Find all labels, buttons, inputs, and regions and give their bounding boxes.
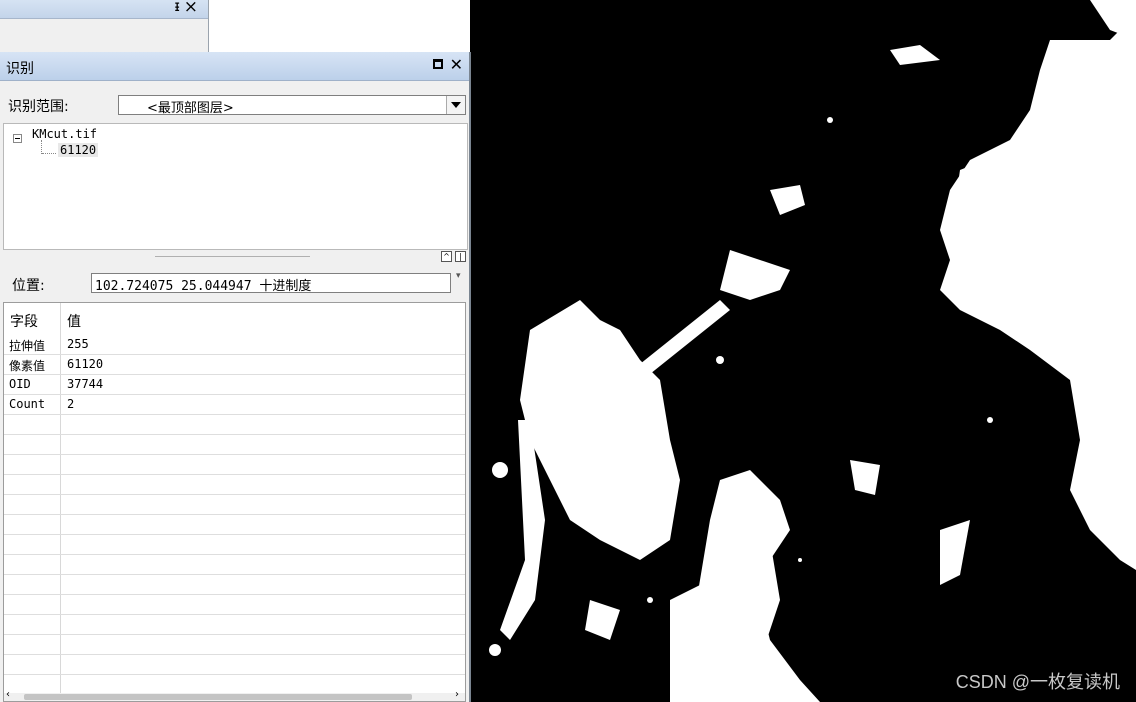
table-row[interactable]	[4, 415, 465, 435]
tree-connector	[42, 153, 56, 154]
value-cell: 255	[67, 337, 89, 351]
window-title: 识别	[6, 61, 34, 77]
tree-node-value[interactable]: 61120	[58, 143, 99, 157]
identify-titlebar[interactable]: 识别 ✕	[0, 52, 469, 81]
table-row[interactable]	[4, 655, 465, 675]
table-row[interactable]	[4, 495, 465, 515]
night-light-raster	[470, 0, 1136, 702]
collapse-icon[interactable]	[13, 134, 22, 143]
identify-window: 识别 ✕ 识别范围: <最顶部图层> KMcut.tif 61120 ^ | 位…	[0, 52, 471, 702]
table-row[interactable]	[4, 675, 465, 695]
pane-splitter[interactable]: ^ |	[0, 250, 469, 264]
collapse-up-icon[interactable]: ^	[441, 251, 452, 262]
close-icon[interactable]: ✕	[450, 55, 463, 74]
field-cell: 拉伸值	[9, 339, 46, 353]
table-row[interactable]	[4, 515, 465, 535]
attribute-table: 字段 值 拉伸值 255 像素值 61120 OID 37744 Count 2 ‹ ›	[3, 302, 466, 702]
scope-dropdown[interactable]: <最顶部图层>	[118, 95, 466, 116]
value-cell: 2	[67, 397, 75, 411]
restore-icon[interactable]	[433, 59, 443, 69]
tree-connector	[41, 140, 43, 154]
map-view[interactable]: CSDN @一枚复读机	[470, 0, 1136, 702]
table-row[interactable]	[4, 595, 465, 615]
scroll-left-icon[interactable]: ‹	[6, 689, 10, 700]
layout-toggle-icon[interactable]: |	[455, 251, 466, 262]
column-header-value[interactable]: 值	[67, 311, 81, 331]
docked-panel-titlebar: ᵻ ×	[0, 0, 208, 19]
field-cell: OID	[9, 377, 31, 391]
field-cell: Count	[9, 397, 46, 411]
table-row[interactable]: Count 2	[4, 395, 465, 415]
table-row[interactable]	[4, 575, 465, 595]
table-row[interactable]	[4, 455, 465, 475]
table-row[interactable]: OID 37744	[4, 375, 465, 395]
table-row[interactable]: 拉伸值 255	[4, 335, 465, 355]
scroll-right-icon[interactable]: ›	[455, 689, 459, 700]
table-row[interactable]	[4, 475, 465, 495]
results-tree[interactable]: KMcut.tif 61120	[3, 123, 468, 250]
pin-icon[interactable]: ᵻ	[174, 0, 180, 15]
scope-dropdown-value: <最顶部图层>	[147, 101, 234, 116]
table-row[interactable]	[4, 555, 465, 575]
location-row: 位置: 102.724075 25.044947 十进制度 ▾	[0, 270, 469, 298]
location-value: 102.724075 25.044947 十进制度	[95, 279, 312, 294]
table-row[interactable]: 像素值 61120	[4, 355, 465, 375]
tree-node-layer[interactable]: KMcut.tif	[32, 127, 97, 141]
column-header-field[interactable]: 字段	[10, 311, 38, 331]
identify-scope-row: 识别范围: <最顶部图层>	[0, 92, 469, 118]
scope-label: 识别范围:	[8, 99, 69, 115]
chevron-down-icon[interactable]	[446, 96, 465, 114]
dropdown-arrow-icon[interactable]: ▾	[456, 271, 461, 281]
splitter-grip[interactable]	[155, 256, 310, 257]
table-header: 字段 值	[4, 303, 465, 333]
table-row[interactable]	[4, 635, 465, 655]
table-row[interactable]	[4, 535, 465, 555]
docked-panel-stub: ᵻ ×	[0, 0, 209, 52]
value-cell: 37744	[67, 377, 104, 391]
location-unit: 十进制度	[259, 279, 312, 294]
scrollbar-thumb[interactable]	[24, 694, 412, 700]
close-icon[interactable]: ×	[184, 0, 198, 17]
location-label: 位置:	[12, 278, 45, 294]
table-row[interactable]	[4, 435, 465, 455]
horizontal-scrollbar[interactable]: ‹ ›	[4, 689, 465, 701]
table-row[interactable]	[4, 615, 465, 635]
location-field[interactable]: 102.724075 25.044947 十进制度	[91, 273, 451, 294]
value-cell: 61120	[67, 357, 104, 371]
watermark-text: CSDN @一枚复读机	[955, 672, 1120, 692]
field-cell: 像素值	[9, 359, 46, 373]
